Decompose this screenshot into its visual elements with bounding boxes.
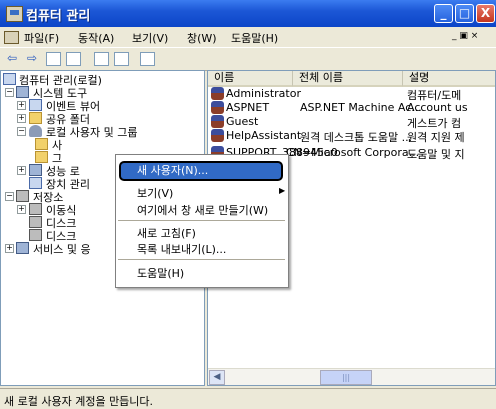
export-list-icon[interactable]	[114, 52, 129, 66]
menu-item-help[interactable]: 도움말(H)	[137, 265, 184, 281]
window-title: 컴퓨터 관리	[26, 9, 91, 24]
tree-node-removable-storage[interactable]: + 이동식	[17, 202, 117, 217]
collapse-icon[interactable]: −	[5, 192, 14, 201]
disk-defrag-icon	[29, 216, 42, 228]
scroll-thumb[interactable]: |||	[320, 370, 372, 385]
storage-icon	[16, 190, 29, 202]
context-menu: 새 사용자(N)... 보기(V) ▶ 여기에서 창 새로 만들기(W) 새로 …	[115, 154, 289, 288]
menu-action[interactable]: 동작(A)	[78, 30, 114, 46]
tools-icon	[16, 86, 29, 98]
maximize-button[interactable]: □	[455, 4, 474, 23]
expand-icon[interactable]: +	[17, 166, 26, 175]
computer-icon	[3, 73, 16, 85]
status-text: 새 로컬 사용자 계정을 만듭니다.	[4, 395, 154, 408]
user-icon	[211, 115, 224, 128]
menu-view[interactable]: 보기(V)	[132, 30, 168, 46]
back-arrow-icon[interactable]: ⇦	[4, 51, 20, 66]
expand-icon[interactable]: +	[5, 244, 14, 253]
menu-window[interactable]: 창(W)	[187, 30, 217, 46]
tree-node-performance-logs[interactable]: + 성능 로	[17, 163, 117, 178]
performance-icon	[29, 164, 42, 176]
table-row[interactable]: ASPNET ASP.NET Machine Ac... Account us	[208, 101, 495, 116]
folder-icon	[35, 151, 48, 163]
help-icon[interactable]	[140, 52, 155, 66]
users-icon	[29, 125, 42, 137]
user-icon	[211, 101, 224, 114]
status-bar: 새 로컬 사용자 계정을 만듭니다.	[0, 388, 496, 409]
table-row[interactable]: Administrator 컴퓨터/도메	[208, 87, 495, 102]
column-header-description[interactable]: 설명	[403, 71, 495, 87]
horizontal-scrollbar[interactable]: ◀ |||	[208, 368, 495, 385]
menu-help[interactable]: 도움말(H)	[231, 30, 278, 46]
menu-item-view[interactable]: 보기(V)	[137, 185, 173, 201]
menu-item-export-list[interactable]: 목록 내보내기(L)...	[137, 241, 226, 257]
forward-arrow-icon[interactable]: ⇨	[24, 51, 40, 66]
services-icon	[16, 242, 29, 254]
tree-node-local-users-groups[interactable]: − 로컬 사용자 및 그룹	[17, 124, 197, 139]
expand-icon[interactable]: +	[17, 114, 26, 123]
minimize-button[interactable]: _	[434, 4, 453, 23]
computer-management-window: 컴퓨터 관리 _ □ X 파일(F) 동작(A) 보기(V) 창(W) 도움말(…	[0, 0, 496, 409]
folder-icon	[35, 138, 48, 150]
submenu-arrow-icon: ▶	[279, 186, 286, 195]
tree-node-users[interactable]: 사	[35, 137, 115, 152]
tree-node-disk-management[interactable]: 디스크	[29, 228, 119, 243]
menu-file[interactable]: 파일(F)	[24, 30, 59, 46]
user-icon	[211, 129, 224, 142]
column-header-name[interactable]: 이름	[208, 71, 293, 87]
tree-node-device-manager[interactable]: 장치 관리	[29, 176, 119, 191]
tree-node-groups[interactable]: 그	[35, 150, 115, 165]
refresh-icon[interactable]	[94, 52, 109, 66]
menu-bar: 파일(F) 동작(A) 보기(V) 창(W) 도움말(H) _ ▣ ×	[0, 27, 496, 47]
menu-separator	[118, 220, 285, 221]
close-button[interactable]: X	[476, 4, 495, 23]
menu-item-refresh[interactable]: 새로 고침(F)	[137, 225, 196, 241]
device-manager-icon	[29, 177, 42, 189]
removable-storage-icon	[29, 203, 42, 215]
show-tree-icon[interactable]	[66, 52, 81, 66]
tree-node-disk-defragmenter[interactable]: 디스크	[29, 215, 119, 230]
tree-node-storage[interactable]: − 저장소	[5, 189, 105, 204]
collapse-icon[interactable]: −	[17, 127, 26, 136]
expand-icon[interactable]: +	[17, 101, 26, 110]
tree-node-shared-folders[interactable]: + 공유 폴더	[17, 111, 167, 126]
menu-separator	[118, 259, 285, 260]
title-bar[interactable]: 컴퓨터 관리 _ □ X	[0, 0, 496, 27]
table-row[interactable]: HelpAssistant 원격 데스크톱 도움말 ... 원격 지원 제	[208, 129, 495, 144]
column-header-full-name[interactable]: 전체 이름	[293, 71, 403, 87]
scroll-left-icon[interactable]: ◀	[209, 370, 225, 385]
menu-item-new-user[interactable]: 새 사용자(N)...	[119, 161, 283, 181]
user-icon	[211, 87, 224, 100]
app-icon	[6, 6, 23, 22]
mdi-icon[interactable]	[4, 31, 19, 44]
up-level-icon[interactable]	[46, 52, 61, 66]
collapse-icon[interactable]: −	[5, 88, 14, 97]
table-row[interactable]: Guest 게스트가 컴	[208, 115, 495, 130]
shared-folder-icon	[29, 112, 42, 124]
mdi-controls[interactable]: _ ▣ ×	[452, 31, 492, 44]
tree-node-event-viewer[interactable]: + 이벤트 뷰어	[17, 98, 167, 113]
tree-node-services-applications[interactable]: + 서비스 및 응	[5, 241, 115, 256]
expand-icon[interactable]: +	[17, 205, 26, 214]
menu-item-new-window[interactable]: 여기에서 창 새로 만들기(W)	[137, 202, 268, 218]
tree-node-system-tools[interactable]: − 시스템 도구	[5, 85, 155, 100]
event-viewer-icon	[29, 99, 42, 111]
disk-management-icon	[29, 229, 42, 241]
toolbar: ⇦ ⇨	[0, 47, 496, 71]
